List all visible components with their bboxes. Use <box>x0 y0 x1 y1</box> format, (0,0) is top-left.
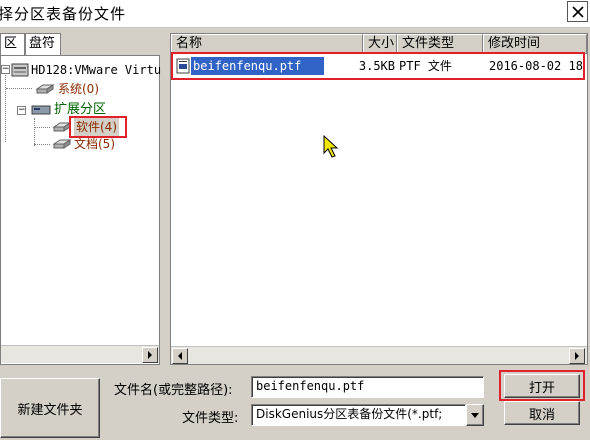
scroll-right-icon <box>148 351 152 359</box>
tree-collapse-toggle[interactable]: − <box>17 106 26 115</box>
filetype-label: 文件类型: <box>182 411 239 426</box>
filename-label: 文件名(或完整路径): <box>114 383 233 398</box>
dropdown-arrow-icon <box>471 412 479 418</box>
new-folder-button[interactable]: 新建文件夹 <box>0 378 100 438</box>
file-list[interactable]: 名称 大小 文件类型 修改时间 beifenfenqu.ptf 3.5KB PT… <box>170 33 588 365</box>
scroll-left-button[interactable] <box>172 348 188 364</box>
disk-icon <box>31 105 51 115</box>
filetype-dropdown-button[interactable] <box>466 404 484 426</box>
tree-item-documents[interactable]: 文档(5) <box>52 135 115 153</box>
tree-item-system[interactable]: 系统(0) <box>35 80 99 98</box>
title-bar: 择分区表备份文件 <box>0 0 590 28</box>
partition-icon <box>35 84 55 94</box>
scroll-right-icon <box>575 352 579 360</box>
scroll-right-button[interactable] <box>142 347 158 363</box>
filetype-value: DiskGenius分区表备份文件(*.ptf; <box>251 404 466 426</box>
list-horizontal-scrollbar[interactable] <box>171 346 587 364</box>
close-button[interactable] <box>567 1 588 22</box>
dialog-title: 择分区表备份文件 <box>0 5 127 23</box>
mouse-cursor-icon <box>323 135 339 158</box>
tree-collapse-toggle[interactable]: − <box>1 65 10 74</box>
scroll-right-button[interactable] <box>569 348 585 364</box>
file-name: beifenfenqu.ptf <box>191 57 324 75</box>
close-icon <box>571 5 584 18</box>
open-highlight-box <box>499 370 585 401</box>
file-row[interactable]: beifenfenqu.ptf 3.5KB PTF 文件 2016-08-02 … <box>171 34 585 80</box>
tab-partition[interactable]: 区 <box>0 33 25 55</box>
tree-item-label: 系统(0) <box>58 82 99 96</box>
filetype-select[interactable]: DiskGenius分区表备份文件(*.ptf; <box>251 404 484 426</box>
partition-tree[interactable]: − HD128:VMware Virtu 系统(0) − 扩展分区 软件(4) … <box>0 55 161 365</box>
file-size: 3.5KB <box>358 59 395 73</box>
partition-icon <box>52 139 72 149</box>
tree-item-disk[interactable]: HD128:VMware Virtu <box>11 61 161 79</box>
cancel-button[interactable]: 取消 <box>504 401 580 425</box>
scroll-left-icon <box>178 352 182 360</box>
tree-item-label: HD128:VMware Virtu <box>31 63 162 77</box>
file-icon <box>176 58 190 74</box>
tab-drive-letter[interactable]: 盘符 <box>25 33 61 55</box>
disk-icon <box>11 63 29 77</box>
file-type: PTF 文件 <box>399 59 452 73</box>
filename-input[interactable]: beifenfenqu.ptf <box>251 376 484 398</box>
file-modified: 2016-08-02 18 <box>489 59 583 73</box>
tree-horizontal-scrollbar[interactable] <box>1 345 159 363</box>
tree-item-label: 文档(5) <box>74 137 115 151</box>
